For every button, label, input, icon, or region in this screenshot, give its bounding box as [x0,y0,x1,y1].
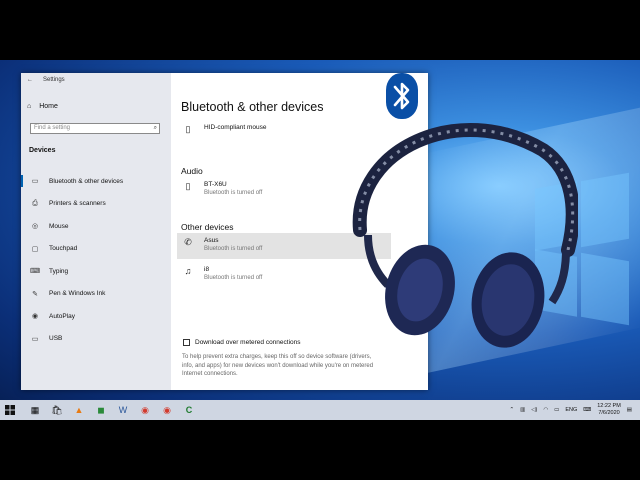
task-view-icon[interactable]: ▦ [24,400,46,420]
network-icon[interactable]: ▥ [520,407,525,413]
store-icon[interactable]: 🛍 [46,400,68,420]
device-status: Bluetooth is turned off [204,246,263,252]
headset-icon: ♫ [184,266,192,276]
sidebar-item-label: USB [49,335,63,343]
metered-help-text: To help prevent extra charges, keep this… [182,354,374,377]
clock[interactable]: 12:22 PM 7/6/2020 [597,403,621,417]
autoplay-icon: ◉ [31,313,39,321]
device-status: Bluetooth is turned off [204,190,263,196]
notification-icon[interactable]: ▤ [627,407,632,413]
keyboard-icon: ⌨ [29,268,41,276]
device-name: BT-X6U [204,181,227,188]
pen-icon: ✎ [32,290,38,298]
back-arrow-icon[interactable]: ← [27,77,33,83]
vlc-icon[interactable]: ▲ [68,400,90,420]
system-tray: ⌃ ▥ ◁) ◠ ▭ ENG ⌨ 12:22 PM 7/6/2020 ▤ [509,400,632,420]
sidebar-item-label: Mouse [49,222,69,230]
page-title: Bluetooth & other devices [181,100,324,114]
headphones-image [352,122,578,348]
sidebar-item-printers[interactable]: ⎙ Printers & scanners [21,193,171,216]
other-devices-header: Other devices [181,222,234,232]
search-icon[interactable]: ⌕ [154,125,157,132]
sidebar-item-usb[interactable]: ▭ USB [21,328,171,351]
sidebar-item-label: Typing [49,267,69,275]
sidebar-item-typing[interactable]: ⌨ Typing [21,260,171,283]
bluetooth-icon: ▭ [31,178,39,186]
phone-icon: ▯ [185,181,191,191]
window-title: Settings [43,77,65,83]
checkbox-box[interactable] [183,339,190,346]
metered-checkbox[interactable]: Download over metered connections [183,339,301,346]
audio-header: Audio [181,166,203,176]
usb-icon: ▭ [31,335,39,343]
metered-label: Download over metered connections [195,339,301,346]
mouse-icon: ◎ [31,223,39,231]
device-status: Bluetooth is turned off [204,275,263,281]
chrome-icon[interactable]: ◉ [134,400,156,420]
device-name: HID-compliant mouse [204,124,267,131]
clock-date: 7/6/2020 [598,410,620,416]
home-label: Home [39,103,58,110]
volume-icon[interactable]: ◁) [531,407,537,413]
sidebar-item-pen[interactable]: ✎ Pen & Windows Ink [21,283,171,306]
settings-sidebar: ← Settings ⌂ Home Find a setting ⌕ Devic… [21,73,171,390]
sidebar-item-label: AutoPlay [49,312,76,320]
chevron-up-icon[interactable]: ⌃ [509,407,514,413]
battery-icon[interactable]: ▭ [554,407,559,413]
home-icon: ⌂ [27,103,32,110]
search-placeholder: Find a setting [34,125,71,131]
taskbar: ▦ 🛍 ▲ ◼ W ◉ ◉ C ⌃ ▥ ◁) ◠ ▭ ENG ⌨ 12:22 P… [0,400,640,420]
sidebar-item-autoplay[interactable]: ◉ AutoPlay [21,305,171,328]
sidebar-item-mouse[interactable]: ◎ Mouse [21,215,171,238]
camtasia-icon[interactable]: ◼ [90,400,112,420]
mouse-icon: ▯ [185,124,191,134]
camtasia-recorder-icon[interactable]: C [178,400,200,420]
printer-icon: ⎙ [32,199,38,207]
title-bar: ← Settings [27,77,65,83]
device-row-audio[interactable]: ▯ BT-X6U Bluetooth is turned off [181,181,263,196]
word-icon[interactable]: W [112,400,134,420]
sidebar-item-label: Printers & scanners [49,200,106,208]
device-name: i8 [204,266,210,273]
sidebar-item-label: Bluetooth & other devices [49,177,124,185]
device-row-i8[interactable]: ♫ i8 Bluetooth is turned off [181,266,263,281]
device-row-mouse[interactable]: ▯ HID-compliant mouse [181,124,267,135]
windows-icon [5,405,15,415]
device-name: Asus [204,237,219,244]
sidebar-item-label: Touchpad [49,245,78,253]
chrome-icon-2[interactable]: ◉ [156,400,178,420]
sidebar-item-touchpad[interactable]: ▢ Touchpad [21,238,171,261]
sidebar-nav: ▭ Bluetooth & other devices ⎙ Printers &… [21,170,171,350]
start-button[interactable] [0,400,20,420]
touchpad-icon: ▢ [31,245,39,253]
device-row-asus[interactable]: ✆ Asus Bluetooth is turned off [181,237,262,252]
language-indicator[interactable]: ENG [565,407,577,413]
search-input[interactable]: Find a setting ⌕ [30,123,160,134]
wifi-icon[interactable]: ◠ [543,407,548,413]
keyboard-icon[interactable]: ⌨ [583,407,591,413]
sidebar-item-bluetooth[interactable]: ▭ Bluetooth & other devices [21,170,171,193]
sidebar-item-label: Pen & Windows Ink [49,290,106,298]
phone-handset-icon: ✆ [184,237,192,247]
section-header: Devices [29,147,56,154]
home-link[interactable]: ⌂ Home [27,103,58,110]
clock-time: 12:22 PM [597,403,621,409]
